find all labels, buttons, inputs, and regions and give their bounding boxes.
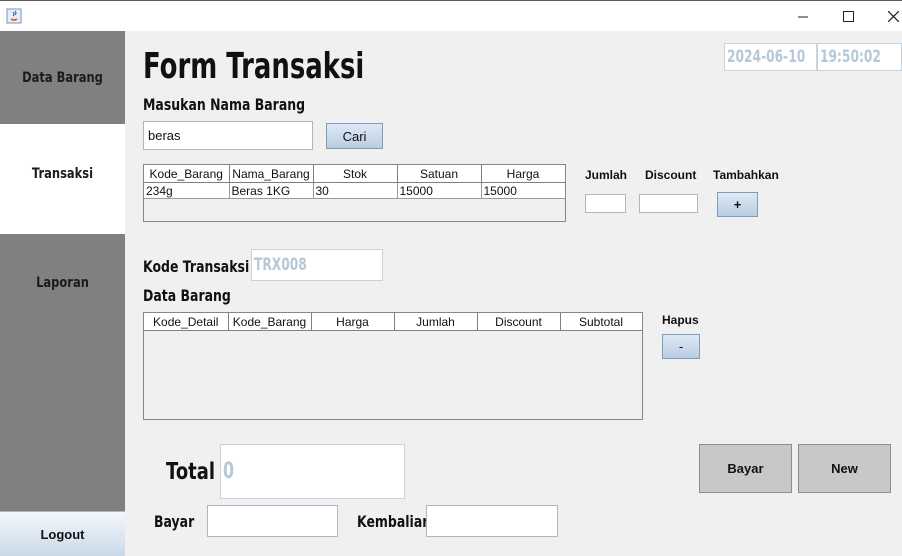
kode-transaksi-value: TRX008 [254,255,307,275]
window-title-bar [0,0,902,31]
date-field: 2024-06-10 [724,43,817,71]
minus-icon: - [678,339,684,354]
table-cell: 234g [144,182,230,199]
table-cell: 15000 [481,182,565,199]
column-header[interactable]: Discount [477,313,561,331]
table-row[interactable]: 234g Beras 1KG 30 15000 15000 [144,182,565,199]
search-input-value: beras [148,128,181,143]
minimize-icon [797,16,808,17]
sidebar-item-label: Laporan [36,275,89,291]
detail-table[interactable]: Kode_Detail Kode_Barang Harga Jumlah Dis… [143,312,643,420]
sidebar-item-label: Data Barang [22,69,103,86]
column-header[interactable]: Kode_Detail [144,313,229,331]
column-header[interactable]: Kode_Barang [144,165,230,183]
sidebar-item-label: Transaksi [31,166,94,182]
cari-button[interactable]: Cari [326,123,383,149]
maximize-button[interactable] [825,1,871,31]
new-button-label: New [831,461,858,476]
date-value: 2024-06-10 [727,47,806,67]
remove-item-button[interactable]: - [662,334,700,359]
kode-transaksi-label: Kode Transaksi [143,257,250,276]
close-button[interactable] [870,1,902,31]
column-header[interactable]: Jumlah [394,313,478,331]
discount-label: Discount [645,168,697,182]
maximize-icon [842,10,854,22]
bayar-label: Bayar [154,512,195,531]
tambahkan-label: Tambahkan [713,168,779,182]
column-header[interactable]: Nama_Barang [229,165,314,183]
time-value: 19:50:02 [820,47,881,67]
column-header[interactable]: Satuan [397,165,482,183]
logout-button[interactable]: Logout [0,511,125,556]
jumlah-input[interactable] [585,194,626,213]
add-item-button[interactable]: + [717,192,758,217]
column-header[interactable]: Harga [311,313,395,331]
column-header[interactable]: Harga [481,165,565,183]
items-table-header: Kode_Barang Nama_Barang Stok Satuan Harg… [144,165,565,183]
kode-transaksi-field: TRX008 [251,249,383,281]
table-cell: 15000 [397,182,482,199]
total-value: 0 [223,459,235,484]
time-field: 19:50:02 [817,43,902,71]
logout-label: Logout [40,526,85,542]
close-icon [887,10,899,22]
sidebar-item-data-barang[interactable]: Data Barang [0,31,125,124]
search-input[interactable]: beras [143,121,313,150]
kembalian-label: Kembalian [357,512,432,531]
kembalian-field[interactable] [426,505,558,537]
hapus-label: Hapus [662,313,699,327]
column-header[interactable]: Stok [313,165,398,183]
items-table[interactable]: Kode_Barang Nama_Barang Stok Satuan Harg… [143,164,566,222]
bayar-button-label: Bayar [727,461,764,476]
data-barang-label: Data Barang [143,286,231,305]
column-header[interactable]: Kode_Barang [228,313,312,331]
java-app-icon [6,8,22,24]
bayar-input[interactable] [207,505,338,537]
search-label: Masukan Nama Barang [143,95,306,114]
column-header[interactable]: Subtotal [560,313,642,331]
sidebar-item-laporan[interactable]: Laporan [0,234,125,334]
minimize-button[interactable] [780,1,826,31]
table-cell: 30 [313,182,398,199]
sidebar-item-transaksi[interactable]: Transaksi [0,124,125,234]
page-title: Form Transaksi [143,46,365,87]
plus-icon: + [733,197,742,212]
cari-button-label: Cari [342,128,367,144]
new-button[interactable]: New [798,444,891,493]
bayar-button[interactable]: Bayar [699,444,792,493]
table-cell: Beras 1KG [229,182,314,199]
total-field: 0 [220,444,405,499]
total-label: Total [166,459,216,485]
discount-input[interactable] [639,194,698,213]
detail-table-header: Kode_Detail Kode_Barang Harga Jumlah Dis… [144,313,642,331]
jumlah-label: Jumlah [585,168,628,182]
